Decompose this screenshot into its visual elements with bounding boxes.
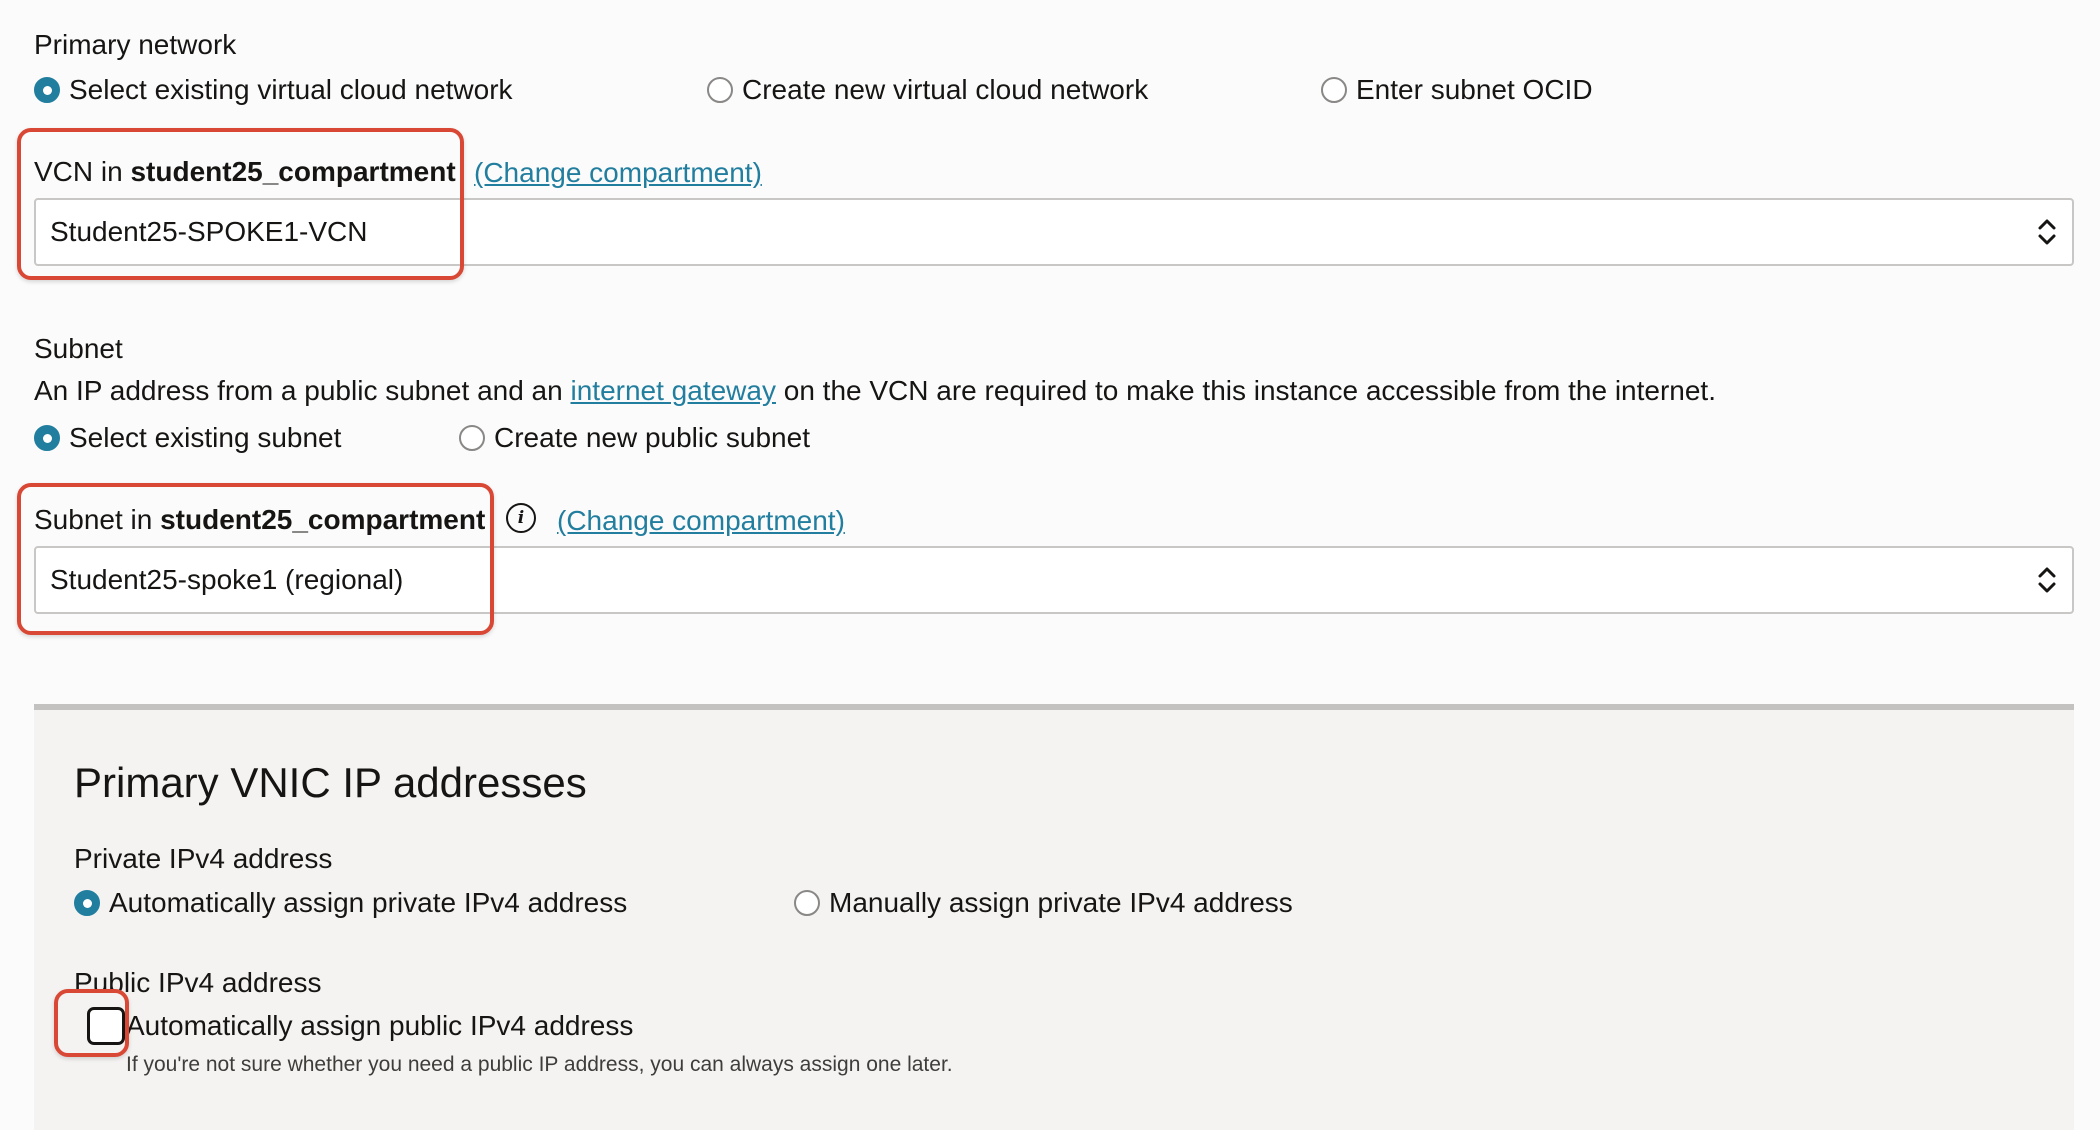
radio-checked-icon[interactable] (74, 890, 100, 916)
info-icon-wrapper[interactable]: i (506, 503, 536, 533)
subnet-heading: Subnet (34, 333, 123, 364)
radio-label: Create new virtual cloud network (742, 74, 1149, 105)
subnet-select[interactable]: Student25-spoke1 (regional) (34, 546, 2074, 614)
private-ipv4-heading: Private IPv4 address (74, 843, 333, 874)
radio-label: Create new public subnet (494, 422, 810, 453)
radio-label: Automatically assign private IPv4 addres… (109, 887, 628, 918)
vcn-change-compartment-link[interactable]: (Change compartment) (474, 156, 762, 190)
radio-checked-icon[interactable] (34, 425, 60, 451)
vcn-select[interactable]: Student25-SPOKE1-VCN (34, 198, 2074, 266)
select-chevron-icon (2038, 567, 2056, 593)
vcn-field-label: VCN in student25_compartment (34, 155, 456, 189)
radio-create-new-public-subnet[interactable]: Create new public subnet (459, 421, 810, 455)
subnet-description-text-end: on the VCN are required to make this ins… (783, 375, 1716, 406)
vcn-compartment-name: student25_compartment (130, 156, 456, 187)
subnet-description: An IP address from a public subnet and a… (34, 374, 1716, 408)
subnet-compartment-name: student25_compartment (160, 504, 486, 535)
subnet-change-compartment-link[interactable]: (Change compartment) (557, 504, 845, 538)
public-ipv4-checkbox-label: Automatically assign public IPv4 address (126, 1010, 634, 1041)
subnet-field-label: Subnet in student25_compartment (34, 503, 485, 537)
radio-label: Select existing virtual cloud network (69, 74, 513, 105)
select-chevron-icon (2038, 219, 2056, 245)
radio-auto-private-ipv4[interactable]: Automatically assign private IPv4 addres… (74, 886, 627, 920)
vcn-select-value: Student25-SPOKE1-VCN (50, 216, 368, 247)
vnic-title: Primary VNIC IP addresses (74, 759, 587, 806)
radio-select-existing-vcn[interactable]: Select existing virtual cloud network (34, 73, 513, 107)
public-ipv4-checkbox-wrapper[interactable] (87, 1007, 125, 1045)
subnet-description-text: An IP address from a public subnet and a… (34, 375, 563, 406)
radio-unchecked-icon[interactable] (794, 890, 820, 916)
radio-label: Manually assign private IPv4 address (829, 887, 1293, 918)
public-ipv4-checkbox[interactable] (87, 1007, 125, 1045)
vnic-panel: Primary VNIC IP addresses Private IPv4 a… (34, 704, 2074, 1130)
vcn-label-prefix: VCN in (34, 156, 123, 187)
radio-label: Select existing subnet (69, 422, 342, 453)
primary-network-heading: Primary network (34, 29, 237, 60)
subnet-select-value: Student25-spoke1 (regional) (50, 564, 404, 595)
radio-unchecked-icon[interactable] (707, 77, 733, 103)
public-ipv4-help-text: If you're not sure whether you need a pu… (126, 1053, 953, 1076)
radio-unchecked-icon[interactable] (1321, 77, 1347, 103)
radio-label: Enter subnet OCID (1356, 74, 1593, 105)
public-ipv4-heading: Public IPv4 address (74, 967, 322, 998)
radio-enter-subnet-ocid[interactable]: Enter subnet OCID (1321, 73, 1593, 107)
info-icon[interactable]: i (506, 503, 536, 533)
internet-gateway-link[interactable]: internet gateway (571, 375, 776, 406)
radio-manual-private-ipv4[interactable]: Manually assign private IPv4 address (794, 886, 1293, 920)
radio-unchecked-icon[interactable] (459, 425, 485, 451)
radio-checked-icon[interactable] (34, 77, 60, 103)
subnet-label-prefix: Subnet in (34, 504, 153, 535)
radio-create-new-vcn[interactable]: Create new virtual cloud network (707, 73, 1148, 107)
radio-select-existing-subnet[interactable]: Select existing subnet (34, 421, 341, 455)
